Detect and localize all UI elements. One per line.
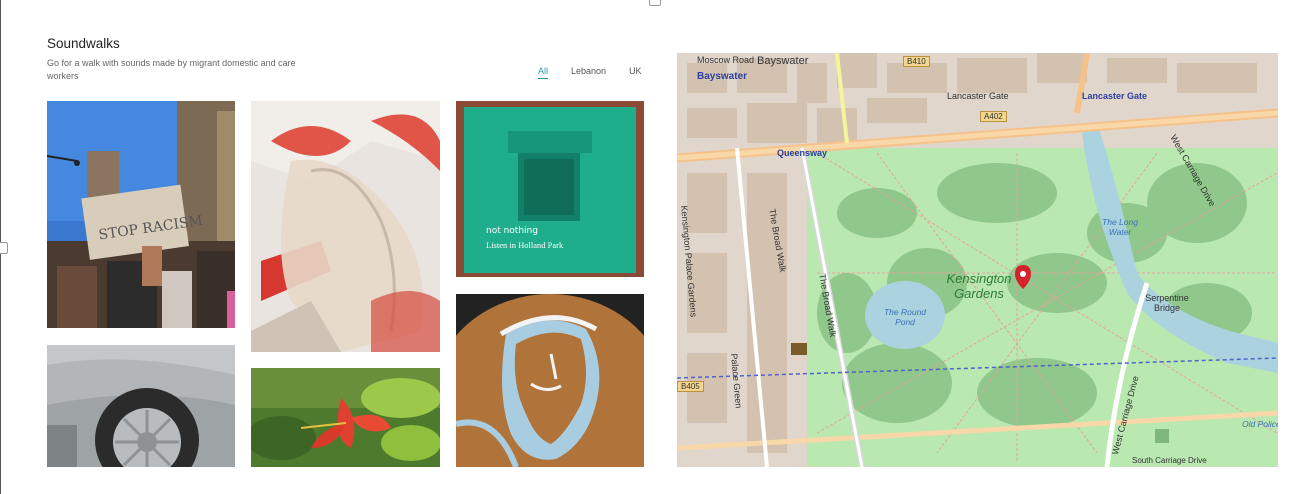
section-title: Soundwalks xyxy=(47,36,120,51)
map-label-lancaster-gate-station: Lancaster Gate xyxy=(1082,91,1148,101)
map-label-south-carriage-drive: South Carriage Drive xyxy=(1132,456,1207,465)
soundwalks-section: Soundwalks Go for a walk with sounds mad… xyxy=(0,0,660,494)
map-label-bayswater-area: Bayswater xyxy=(697,71,748,82)
filter-all[interactable]: All xyxy=(538,66,549,79)
filter-uk[interactable]: UK xyxy=(629,66,642,79)
soundwalk-tile-car[interactable] xyxy=(47,345,235,467)
map-shield-b405: B405 xyxy=(677,381,704,392)
map-label-kensington-gardens: Kensington Gardens xyxy=(946,271,1012,301)
map-label-lancaster: Lancaster Gate xyxy=(947,91,1009,101)
soundwalk-tile-flower[interactable] xyxy=(251,368,440,467)
map-label-moscow-road: Moscow Road xyxy=(697,55,755,65)
soundwalk-tile-portrait[interactable] xyxy=(456,294,644,467)
soundwalk-tile-holland-park[interactable]: not nothing Listen in Holland Park xyxy=(456,101,644,277)
map-label-round-pond: The Round Pond xyxy=(883,307,927,327)
map-label-long-water: The Long Water xyxy=(1102,217,1138,237)
kensington-gardens-map[interactable]: Moscow Road Bayswater Bayswater B410 A40… xyxy=(677,53,1278,467)
map-label-queensway: Queensway xyxy=(777,148,828,158)
soundwalk-tile-protest[interactable]: STOP RACISM xyxy=(47,101,235,328)
map-shield-a402: A402 xyxy=(980,111,1007,122)
holland-park-title: not nothing xyxy=(486,226,538,236)
soundwalk-tile-glove[interactable] xyxy=(251,101,440,352)
filter-lebanon[interactable]: Lebanon xyxy=(571,66,606,79)
holland-park-caption: Listen in Holland Park xyxy=(486,240,564,250)
filter-tabs: All Lebanon UK xyxy=(538,66,642,79)
map-label-old-police: Old Police xyxy=(1242,419,1278,429)
map-label-serpentine-bridge: Serpentine Bridge xyxy=(1145,293,1189,313)
map-shield-b410: B410 xyxy=(903,56,930,67)
section-subtitle: Go for a walk with sounds made by migran… xyxy=(47,58,296,81)
map-label-bayswater-road: Bayswater xyxy=(757,55,809,67)
